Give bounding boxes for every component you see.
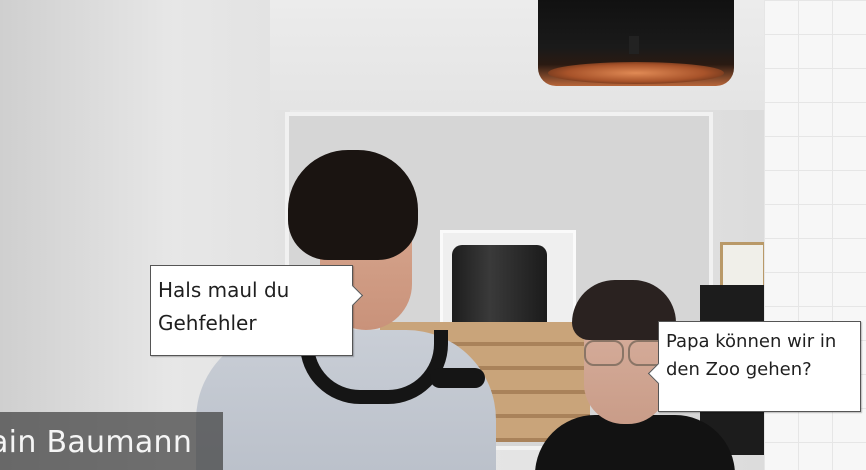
microphone xyxy=(430,368,485,388)
video-tile[interactable]: ain Baumann xyxy=(0,0,764,470)
participant-name: ain Baumann xyxy=(0,425,193,460)
participant-name-label: ain Baumann xyxy=(0,412,223,470)
lamp-light xyxy=(548,62,724,84)
lamp-socket xyxy=(629,36,639,54)
speech-bubble-line: Hals maul du xyxy=(158,278,290,302)
speech-bubble-1[interactable]: Hals maul du Gehfehler xyxy=(150,265,364,356)
speech-bubble-text: Papa können wir in den Zoo gehen? xyxy=(666,328,836,384)
coats xyxy=(452,245,547,330)
speech-bubble-line: Papa können wir in xyxy=(666,331,837,352)
person-1-hair xyxy=(288,150,418,260)
speech-bubble-line: den Zoo gehen? xyxy=(666,359,812,380)
speech-bubble-line: Gehfehler xyxy=(158,311,257,335)
speech-bubble-text: Hals maul du Gehfehler xyxy=(158,274,289,340)
speech-bubble-2[interactable]: Papa können wir in den Zoo gehen? xyxy=(647,321,861,412)
